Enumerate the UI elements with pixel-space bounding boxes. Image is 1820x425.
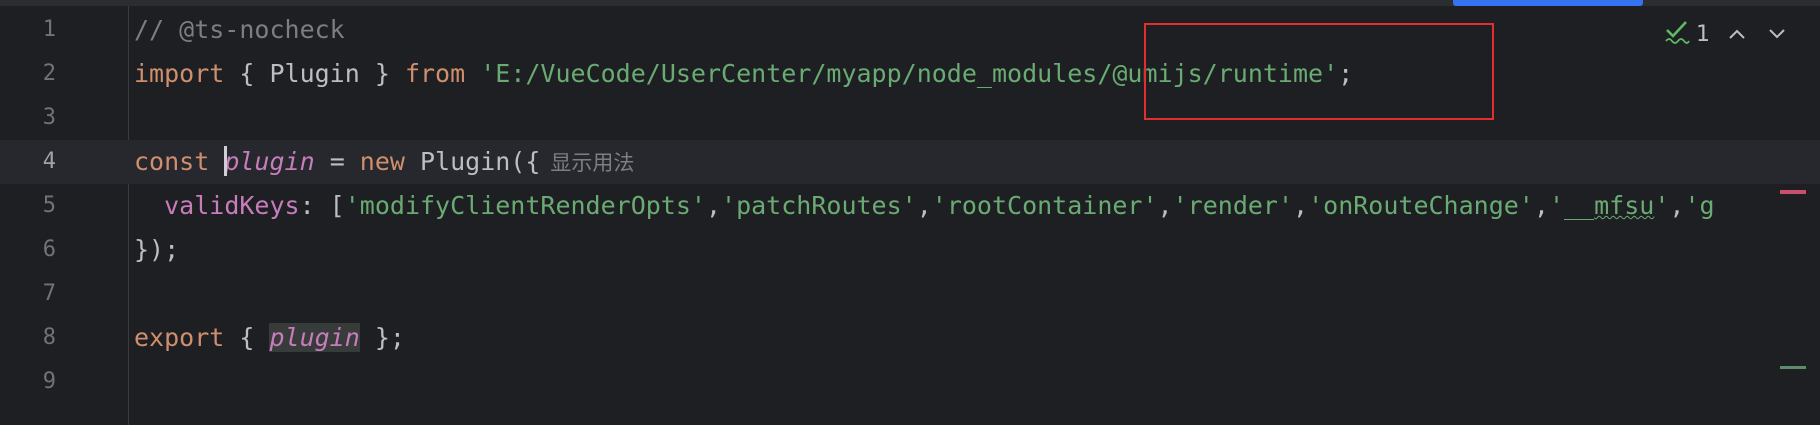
code-text[interactable]: // @ts-nocheck <box>134 8 345 52</box>
code-text[interactable]: validKeys: ['modifyClientRenderOpts','pa… <box>134 184 1715 228</box>
code-line-6[interactable]: 6 }); <box>0 228 1820 272</box>
keyword-from: from <box>404 59 466 88</box>
line-number: 4 <box>42 149 56 174</box>
code-line-5[interactable]: 5 validKeys: ['modifyClientRenderOpts','… <box>0 184 1820 228</box>
keyword-new: new <box>359 147 405 176</box>
code-punct: , <box>1293 191 1309 220</box>
code-line-7[interactable]: 7 <box>0 272 1820 316</box>
annotation-highlight-box <box>1144 23 1494 120</box>
next-highlight-button[interactable] <box>1764 22 1790 47</box>
code-line-4[interactable]: 4 const plugin = new Plugin({ 显示用法 <box>0 140 1820 184</box>
property-validKeys: validKeys <box>164 191 300 220</box>
string-literal: 'onRouteChange' <box>1308 191 1534 220</box>
string-literal-truncated: 'g <box>1684 191 1715 220</box>
line-number: 2 <box>42 61 56 86</box>
warning-count: 1 <box>1696 21 1710 47</box>
code-punct: }; <box>359 323 405 352</box>
string-literal: 'patchRoutes' <box>721 191 917 220</box>
code-punct: , <box>705 191 722 220</box>
line-number: 3 <box>42 105 56 130</box>
code-punct: = <box>314 147 360 176</box>
code-editor[interactable]: 1 // @ts-nocheck 2 import { Plugin } fro… <box>0 0 1820 425</box>
line-number: 8 <box>42 325 56 350</box>
code-line-3[interactable]: 3 <box>0 96 1820 140</box>
line-number: 7 <box>42 281 56 306</box>
keyword-const: const <box>134 147 210 176</box>
keyword-import: import <box>134 59 225 88</box>
code-punct: , <box>1157 191 1173 220</box>
code-punct: Plugin({ <box>404 147 541 176</box>
typo-underlined-text: mfsu <box>1594 191 1655 220</box>
variable-plugin-usage[interactable]: plugin <box>269 323 360 352</box>
change-stripe-marker[interactable] <box>1780 366 1806 369</box>
check-squiggle-icon[interactable] <box>1664 18 1690 50</box>
code-line-9[interactable]: 9 <box>0 360 1820 404</box>
code-punct: : [ <box>299 191 345 220</box>
previous-highlight-button[interactable] <box>1724 22 1750 47</box>
string-literal: '__ <box>1548 191 1595 220</box>
code-punct: { <box>224 323 270 352</box>
code-punct: , <box>916 191 932 220</box>
code-punct: , <box>1669 191 1685 220</box>
comment: // @ts-nocheck <box>134 15 345 44</box>
code-line-8[interactable]: 8 export { plugin }; <box>0 316 1820 360</box>
line-number: 6 <box>42 237 56 262</box>
keyword-export: export <box>134 323 225 352</box>
string-literal: 'rootContainer' <box>931 191 1158 220</box>
code-punct: { Plugin } <box>224 59 405 88</box>
horizontal-scroll-thumb[interactable] <box>1453 0 1643 6</box>
code-line-2[interactable]: 2 import { Plugin } from 'E:/VueCode/Use… <box>0 52 1820 96</box>
show-usages-hint[interactable]: 显示用法 <box>550 151 634 175</box>
string-literal: 'render' <box>1172 191 1294 220</box>
string-literal: ' <box>1654 191 1670 220</box>
text-caret <box>224 146 228 176</box>
line-number: 1 <box>42 17 56 42</box>
code-text[interactable]: }); <box>134 228 179 272</box>
error-stripe-marker[interactable] <box>1780 190 1806 194</box>
code-line-1[interactable]: 1 // @ts-nocheck <box>0 8 1820 52</box>
variable-plugin[interactable]: plugin <box>224 147 314 176</box>
line-number: 9 <box>42 369 56 394</box>
code-text[interactable]: export { plugin }; <box>134 316 405 360</box>
string-literal: 'modifyClientRenderOpts' <box>344 191 706 220</box>
code-punct: , <box>1533 191 1549 220</box>
line-number: 5 <box>42 193 56 218</box>
inspection-widget[interactable]: 1 <box>1664 16 1790 52</box>
code-text[interactable]: const plugin = new Plugin({ 显示用法 <box>134 140 634 185</box>
